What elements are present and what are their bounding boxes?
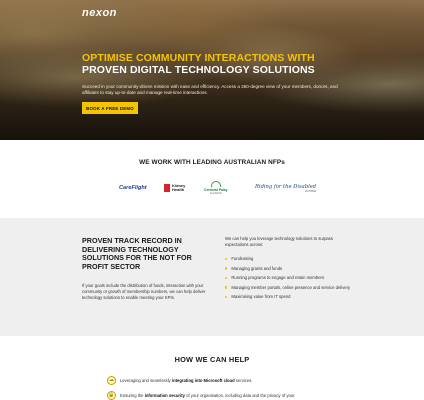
kidney-health-logo: Kidney Health <box>164 180 188 196</box>
bullet-icon <box>225 286 228 289</box>
help-item-text: Leveraging and seamlessly integrating in… <box>120 378 253 383</box>
list-item: Fundraising <box>225 256 355 261</box>
list-item: Maximising value from IT spend <box>225 294 355 299</box>
bullet-icon <box>225 267 228 270</box>
list-item: Running programs to engage and retain me… <box>225 275 355 280</box>
kidney-health-text: Kidney Health <box>172 182 186 192</box>
bullet-icon <box>225 276 228 280</box>
partners-section: WE WORK WITH LEADING AUSTRALIAN NFPs Car… <box>0 140 424 218</box>
help-title: HOW WE CAN HELP <box>174 355 250 364</box>
book-demo-button[interactable]: BOOK A FREE DEMO <box>82 102 138 114</box>
hero-section: nexon OPTIMISE COMMUNITY INTERACTIONS WI… <box>0 0 424 140</box>
help-item: ☁ Leveraging and seamlessly integrating … <box>107 376 252 385</box>
careflight-logo: CareFlight <box>119 180 147 196</box>
track-record-body: If your goals include the distribution o… <box>82 283 206 300</box>
help-item: 🔒 Ensuring the information security of y… <box>107 391 295 400</box>
help-item-text: Ensuring the information security of you… <box>120 393 295 398</box>
hero-title-line-2: PROVEN DIGITAL TECHNOLOGY SOLUTIONS <box>82 64 315 76</box>
partners-title: WE WORK WITH LEADING AUSTRALIAN NFPs <box>139 159 285 166</box>
list-item-label: Managing grants and funds <box>231 265 283 271</box>
cerebral-palsy-subtext: ALLIANCE <box>210 192 222 195</box>
careflight-logo-text: CareFlight <box>119 185 147 191</box>
list-item-label: Fundraising <box>231 256 254 261</box>
rda-logo: Riding for the Disabled VICTORIA <box>255 180 316 196</box>
kidney-icon <box>164 184 170 192</box>
rda-subtext: VICTORIA <box>304 189 317 193</box>
capabilities-list: Fundraising Managing grants and funds Ru… <box>225 256 355 304</box>
lock-icon: 🔒 <box>107 391 116 400</box>
cerebral-palsy-icon <box>210 181 221 187</box>
list-item-label: Running programs to engage and retain me… <box>231 275 325 281</box>
track-record-title: PROVEN TRACK RECORD IN DELIVERING TECHNO… <box>82 236 192 271</box>
hero-title-line-1: OPTIMISE COMMUNITY INTERACTIONS WITH <box>82 52 315 64</box>
how-we-can-help-section: HOW WE CAN HELP ☁ Leveraging and seamles… <box>0 336 424 400</box>
list-item-label: Managing member portals, online presence… <box>231 284 351 290</box>
bullet-icon <box>225 295 228 299</box>
hero-title: OPTIMISE COMMUNITY INTERACTIONS WITH PRO… <box>82 52 382 76</box>
nexon-logo[interactable]: nexon <box>82 7 117 19</box>
list-item: Managing grants and funds <box>225 266 355 271</box>
track-record-intro: We can help you leverage technology solu… <box>225 236 333 247</box>
track-record-section: PROVEN TRACK RECORD IN DELIVERING TECHNO… <box>0 218 424 336</box>
list-item: Managing member portals, online presence… <box>225 285 355 290</box>
bullet-icon <box>225 257 228 260</box>
hero-subtitle: Succeed in your community-driven mission… <box>82 84 338 96</box>
cloud-icon: ☁ <box>107 376 116 385</box>
list-item-label: Maximising value from IT spend <box>231 294 291 300</box>
cerebral-palsy-logo: Cerebral Palsy ALLIANCE <box>204 178 228 198</box>
